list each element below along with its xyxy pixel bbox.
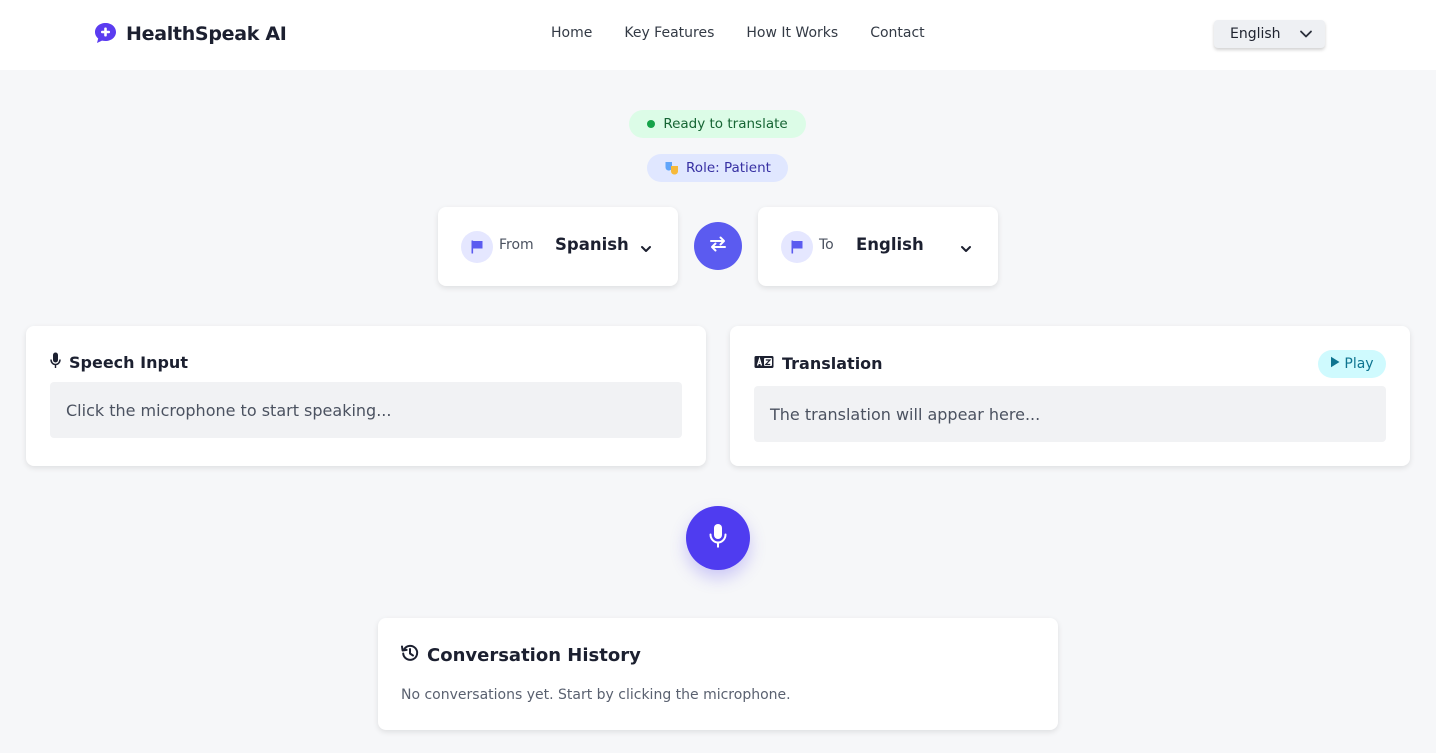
play-icon [1330, 356, 1340, 372]
conversation-history-panel: Conversation History No conversations ye… [378, 618, 1058, 730]
to-label: To [819, 237, 834, 253]
to-language-value: English [856, 235, 924, 254]
play-button[interactable]: Play [1318, 350, 1386, 378]
translation-title-text: Translation [782, 354, 883, 373]
speech-input-title: Speech Input [50, 352, 188, 373]
history-icon [401, 644, 419, 667]
nav-how-it-works[interactable]: How It Works [746, 25, 838, 41]
role-text: Role: Patient [686, 160, 771, 176]
conversation-history-title-text: Conversation History [427, 645, 641, 666]
translation-panel: Translation Play The translation will ap… [730, 326, 1410, 466]
site-language-select[interactable]: English [1214, 20, 1325, 48]
source-language-select[interactable]: From Spanish [438, 207, 678, 286]
status-text: Ready to translate [663, 116, 788, 132]
role-badge: Role: Patient [647, 154, 788, 182]
from-label: From [499, 237, 534, 253]
speech-input-panel: Speech Input Click the microphone to sta… [26, 326, 706, 466]
conversation-history-title: Conversation History [401, 644, 641, 667]
main-nav: Home Key Features How It Works Contact [551, 25, 925, 41]
play-label: Play [1344, 356, 1374, 372]
microphone-icon [50, 352, 61, 373]
theater-masks-icon [664, 160, 680, 176]
swap-arrows-icon [708, 234, 728, 258]
target-language-select[interactable]: To English [758, 207, 998, 286]
logo[interactable]: HealthSpeak AI [93, 21, 287, 46]
nav-contact[interactable]: Contact [870, 25, 924, 41]
microphone-button[interactable] [686, 506, 750, 570]
chat-plus-icon [93, 21, 118, 46]
status-badge: Ready to translate [629, 110, 806, 138]
site-language-value: English [1230, 26, 1281, 42]
status-dot-icon [647, 120, 656, 128]
logo-text: HealthSpeak AI [126, 22, 287, 45]
flag-icon [781, 231, 813, 263]
nav-home[interactable]: Home [551, 25, 592, 41]
translation-output-box: The translation will appear here... [754, 386, 1386, 442]
flag-icon [461, 231, 493, 263]
microphone-icon [709, 523, 727, 553]
chevron-down-icon [1299, 27, 1313, 41]
from-language-value: Spanish [555, 235, 629, 254]
top-header: HealthSpeak AI Home Key Features How It … [0, 0, 1436, 70]
history-empty-text: No conversations yet. Start by clicking … [401, 687, 791, 703]
nav-key-features[interactable]: Key Features [624, 25, 714, 41]
speech-input-box: Click the microphone to start speaking..… [50, 382, 682, 438]
chevron-down-icon [960, 240, 972, 252]
speech-input-title-text: Speech Input [69, 353, 188, 372]
translate-icon [754, 354, 774, 373]
translation-title: Translation [754, 354, 883, 373]
chevron-down-icon [640, 240, 652, 252]
swap-languages-button[interactable] [694, 222, 742, 270]
